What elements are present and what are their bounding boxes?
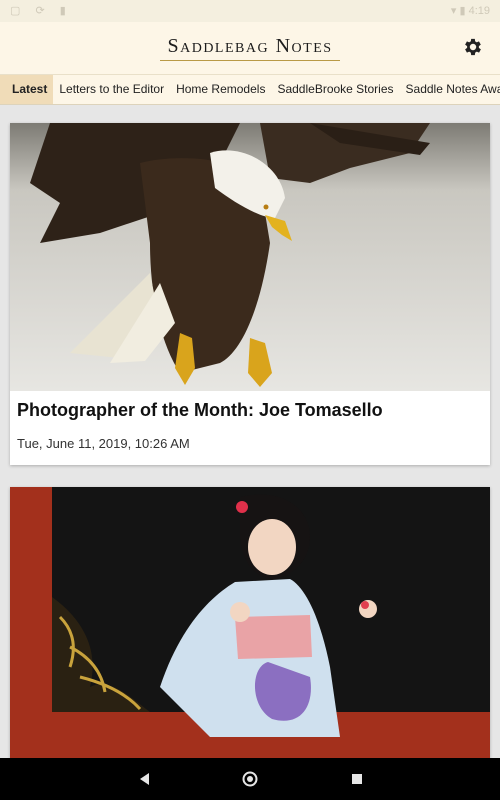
woman-in-kimono-photo (10, 487, 490, 767)
recents-icon[interactable] (348, 770, 366, 788)
navigation-bar (0, 758, 500, 800)
tab-letters-to-the-editor[interactable]: Letters to the Editor (53, 75, 170, 104)
battery-icon: ▮ (459, 5, 466, 17)
bald-eagle-photo (10, 123, 490, 391)
category-tabs: Latest Letters to the Editor Home Remodels… (0, 74, 500, 105)
status-time: 4:19 (468, 5, 490, 17)
notification-icon: ▢ (10, 5, 27, 17)
tab-latest[interactable]: Latest (0, 75, 54, 104)
article-date: Tue, June 11, 2019, 10:26 AM (17, 436, 190, 451)
status-bar: ▢ ⟳ ▮ ▾ ▮ 4:19 (0, 0, 500, 22)
tab-home-remodels[interactable]: Home Remodels (170, 75, 271, 104)
wifi-icon: ▾ (450, 5, 457, 17)
sd-card-icon: ▮ (59, 5, 72, 17)
article-title[interactable]: Photographer of the Month: Joe Tomasello (17, 400, 383, 421)
gear-icon[interactable] (462, 36, 484, 58)
app-title: Saddlebag Notes (167, 35, 333, 57)
home-icon[interactable] (241, 770, 259, 788)
title-underline (160, 60, 340, 61)
article-card[interactable] (10, 487, 490, 767)
tab-saddlebrooke-stories[interactable]: SaddleBrooke Stories (271, 75, 399, 104)
article-card[interactable]: Photographer of the Month: Joe Tomasello… (10, 123, 490, 465)
status-left-icons: ▢ ⟳ ▮ (10, 4, 72, 17)
status-right: ▾ ▮ 4:19 (451, 4, 490, 17)
back-icon[interactable] (136, 770, 154, 788)
app-bar: Saddlebag Notes (0, 22, 500, 74)
tab-saddle-notes-awards[interactable]: Saddle Notes Awards (400, 75, 500, 104)
sync-icon: ⟳ (35, 5, 51, 17)
